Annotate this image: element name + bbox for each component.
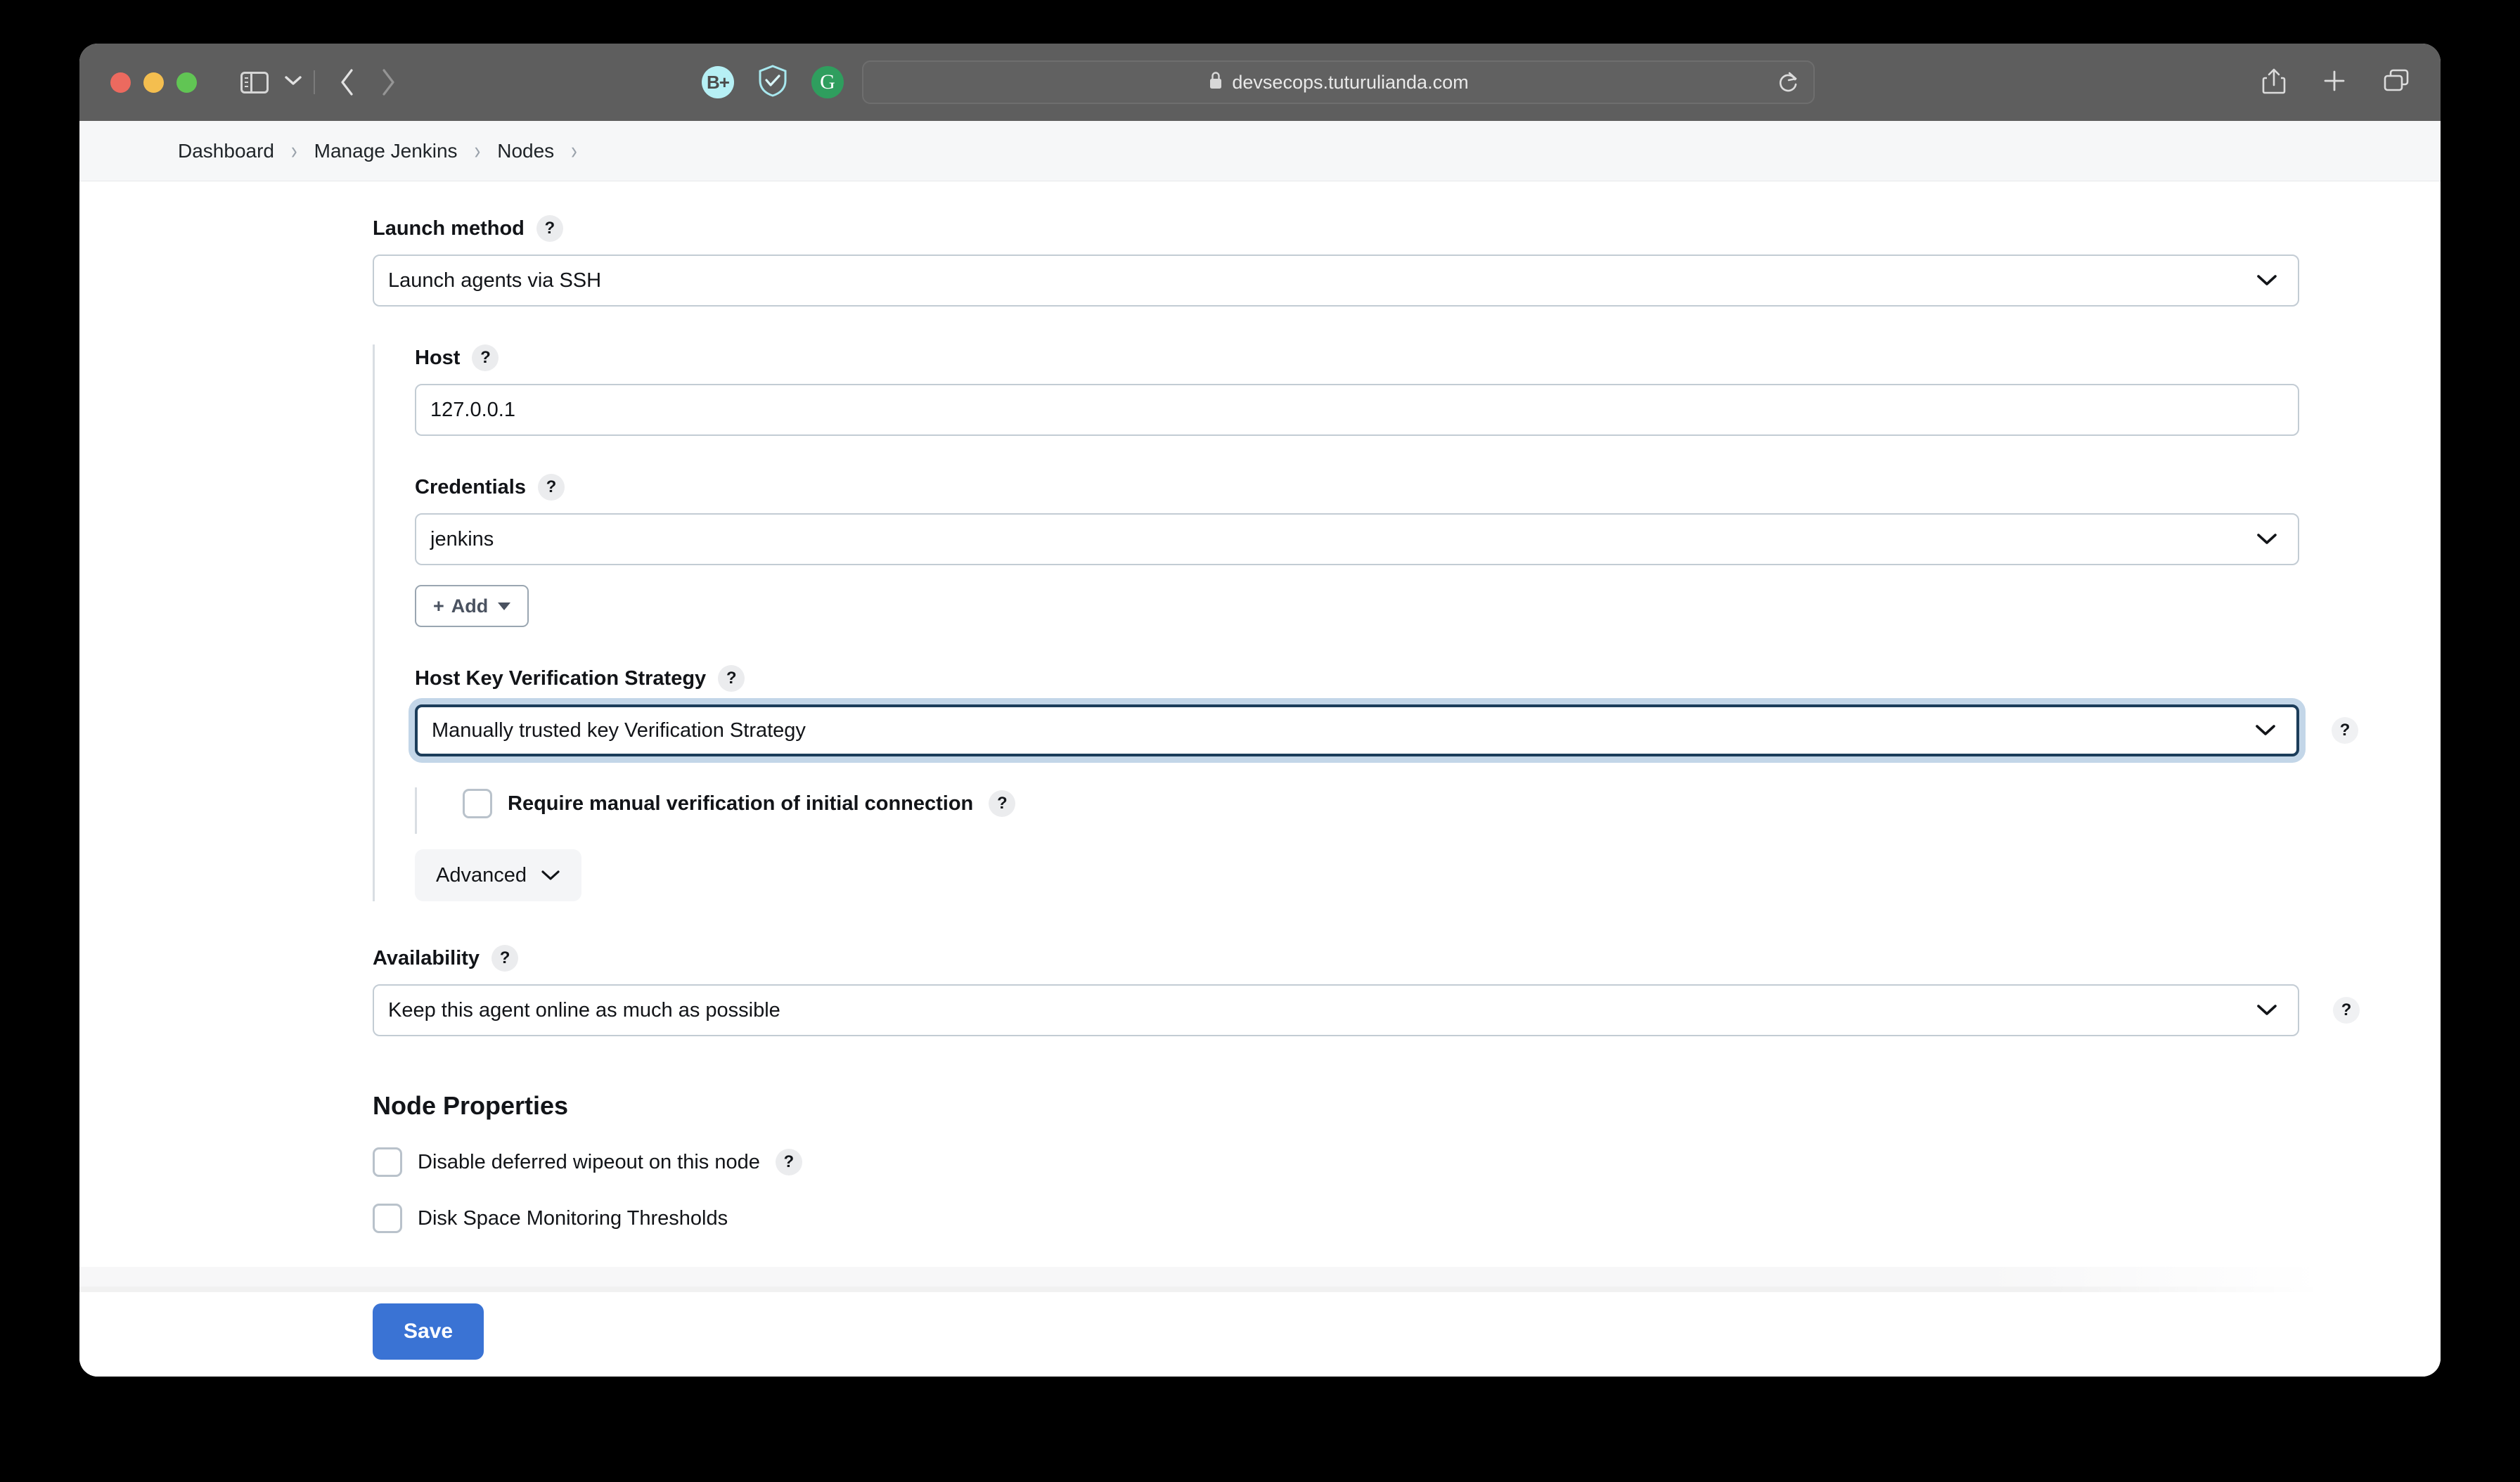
- save-button[interactable]: Save: [373, 1303, 484, 1360]
- caret-down-icon: [498, 602, 511, 610]
- host-key-strategy-side-help-icon[interactable]: ?: [2332, 717, 2358, 744]
- require-manual-verification-row[interactable]: Require manual verification of initial c…: [463, 789, 2299, 818]
- url-address-bar[interactable]: devsecops.tuturulianda.com: [862, 60, 1815, 104]
- tab-overview-icon[interactable]: [2383, 68, 2410, 97]
- sidebar-toggle-icon[interactable]: [240, 71, 269, 94]
- toolbar-right-actions: [2262, 67, 2410, 98]
- forward-chevron-icon[interactable]: [380, 67, 397, 97]
- url-text: devsecops.tuturulianda.com: [1232, 71, 1469, 93]
- availability-select[interactable]: Keep this agent online as much as possib…: [373, 984, 2360, 1036]
- maximize-window-button[interactable]: [176, 72, 197, 93]
- plus-icon[interactable]: [2322, 69, 2346, 96]
- chevron-down-icon[interactable]: [284, 75, 302, 90]
- disk-space-monitoring-label: Disk Space Monitoring Thresholds: [418, 1206, 728, 1230]
- advanced-button[interactable]: Advanced: [415, 849, 581, 901]
- shield-check-extension-icon[interactable]: [757, 64, 789, 101]
- node-property-row[interactable]: Disable deferred wipeout on this node ?: [373, 1147, 2299, 1177]
- host-key-strategy-value: Manually trusted key Verification Strate…: [432, 719, 806, 742]
- manual-verification-group: Require manual verification of initial c…: [415, 787, 2299, 834]
- form-action-bar: Save: [79, 1267, 2441, 1377]
- window-traffic-lights: [110, 72, 197, 93]
- require-manual-verification-checkbox[interactable]: [463, 789, 492, 818]
- launch-method-label-text: Launch method: [373, 217, 525, 240]
- chevron-down-icon: [2256, 1003, 2278, 1017]
- launch-method-value: Launch agents via SSH: [388, 269, 602, 292]
- host-key-strategy-select[interactable]: Manually trusted key Verification Strate…: [415, 704, 2358, 756]
- host-label: Host ?: [415, 344, 2299, 371]
- add-credentials-label: Add: [451, 595, 489, 617]
- bitwarden-extension-icon[interactable]: B+: [702, 66, 734, 98]
- availability-side-help-icon[interactable]: ?: [2333, 997, 2360, 1024]
- lock-icon: [1208, 70, 1223, 95]
- host-label-text: Host: [415, 346, 461, 369]
- chevron-down-icon: [541, 864, 560, 887]
- require-manual-verification-help-icon[interactable]: ?: [989, 790, 1016, 817]
- host-help-icon[interactable]: ?: [472, 344, 499, 371]
- host-value: 127.0.0.1: [430, 398, 515, 421]
- minimize-window-button[interactable]: [143, 72, 164, 93]
- breadcrumb-item-dashboard[interactable]: Dashboard: [178, 140, 274, 162]
- close-window-button[interactable]: [110, 72, 131, 93]
- page-content: Launch method ? Launch agents via SSH Ho…: [79, 181, 2441, 1377]
- breadcrumb: Dashboard › Manage Jenkins › Nodes ›: [79, 121, 2441, 181]
- availability-label-text: Availability: [373, 946, 480, 969]
- credentials-help-icon[interactable]: ?: [537, 474, 565, 501]
- credentials-label-text: Credentials: [415, 475, 526, 498]
- share-icon[interactable]: [2262, 67, 2286, 98]
- host-key-strategy-help-icon[interactable]: ?: [718, 665, 745, 692]
- browser-toolbar: B+ G devsecops.tuturulianda.com: [79, 44, 2441, 121]
- back-chevron-icon[interactable]: [339, 67, 356, 97]
- launch-method-help-icon[interactable]: ?: [536, 215, 563, 242]
- require-manual-verification-label: Require manual verification of initial c…: [508, 792, 974, 815]
- host-input[interactable]: 127.0.0.1: [415, 384, 2299, 436]
- disable-deferred-wipeout-help-icon[interactable]: ?: [775, 1149, 802, 1175]
- disable-deferred-wipeout-label: Disable deferred wipeout on this node: [418, 1150, 760, 1173]
- launch-method-select[interactable]: Launch agents via SSH: [373, 254, 2299, 307]
- chevron-down-icon: [2256, 532, 2278, 546]
- url-text-group: devsecops.tuturulianda.com: [1208, 70, 1469, 95]
- breadcrumb-separator: ›: [571, 136, 577, 165]
- host-key-strategy-label: Host Key Verification Strategy ?: [415, 665, 2299, 692]
- browser-window: B+ G devsecops.tuturulianda.com Dashboar…: [79, 44, 2441, 1377]
- breadcrumb-separator: ›: [290, 136, 297, 165]
- plus-icon: +: [433, 595, 444, 617]
- node-properties-title: Node Properties: [373, 1091, 569, 1120]
- launch-method-label: Launch method ?: [373, 215, 2299, 242]
- availability-value: Keep this agent online as much as possib…: [388, 998, 780, 1022]
- chevron-down-icon: [2256, 273, 2278, 288]
- availability-help-icon[interactable]: ?: [491, 945, 519, 972]
- browser-extensions: B+ G: [702, 64, 844, 101]
- grammarly-extension-icon[interactable]: G: [811, 66, 844, 98]
- disable-deferred-wipeout-checkbox[interactable]: [373, 1147, 402, 1177]
- breadcrumb-separator: ›: [474, 136, 481, 165]
- availability-label: Availability ?: [373, 945, 2299, 972]
- breadcrumb-item-manage-jenkins[interactable]: Manage Jenkins: [314, 140, 458, 162]
- credentials-value: jenkins: [430, 527, 494, 550]
- node-property-row[interactable]: Disk Space Monitoring Thresholds: [373, 1204, 2299, 1233]
- breadcrumb-item-nodes[interactable]: Nodes: [497, 140, 554, 162]
- reload-icon[interactable]: [1778, 71, 1799, 94]
- node-configuration-form: Launch method ? Launch agents via SSH Ho…: [373, 215, 2360, 1233]
- disk-space-monitoring-checkbox[interactable]: [373, 1204, 402, 1233]
- credentials-label: Credentials ?: [415, 474, 2299, 501]
- chevron-down-icon: [2254, 723, 2277, 737]
- ssh-launcher-section: Host ? 127.0.0.1 Credentials ? jenkins +…: [373, 344, 2358, 901]
- toolbar-divider: [314, 70, 315, 94]
- credentials-select[interactable]: jenkins: [415, 513, 2299, 565]
- add-credentials-button[interactable]: + Add: [415, 585, 529, 627]
- advanced-button-label: Advanced: [436, 863, 527, 887]
- host-key-strategy-label-text: Host Key Verification Strategy: [415, 666, 707, 690]
